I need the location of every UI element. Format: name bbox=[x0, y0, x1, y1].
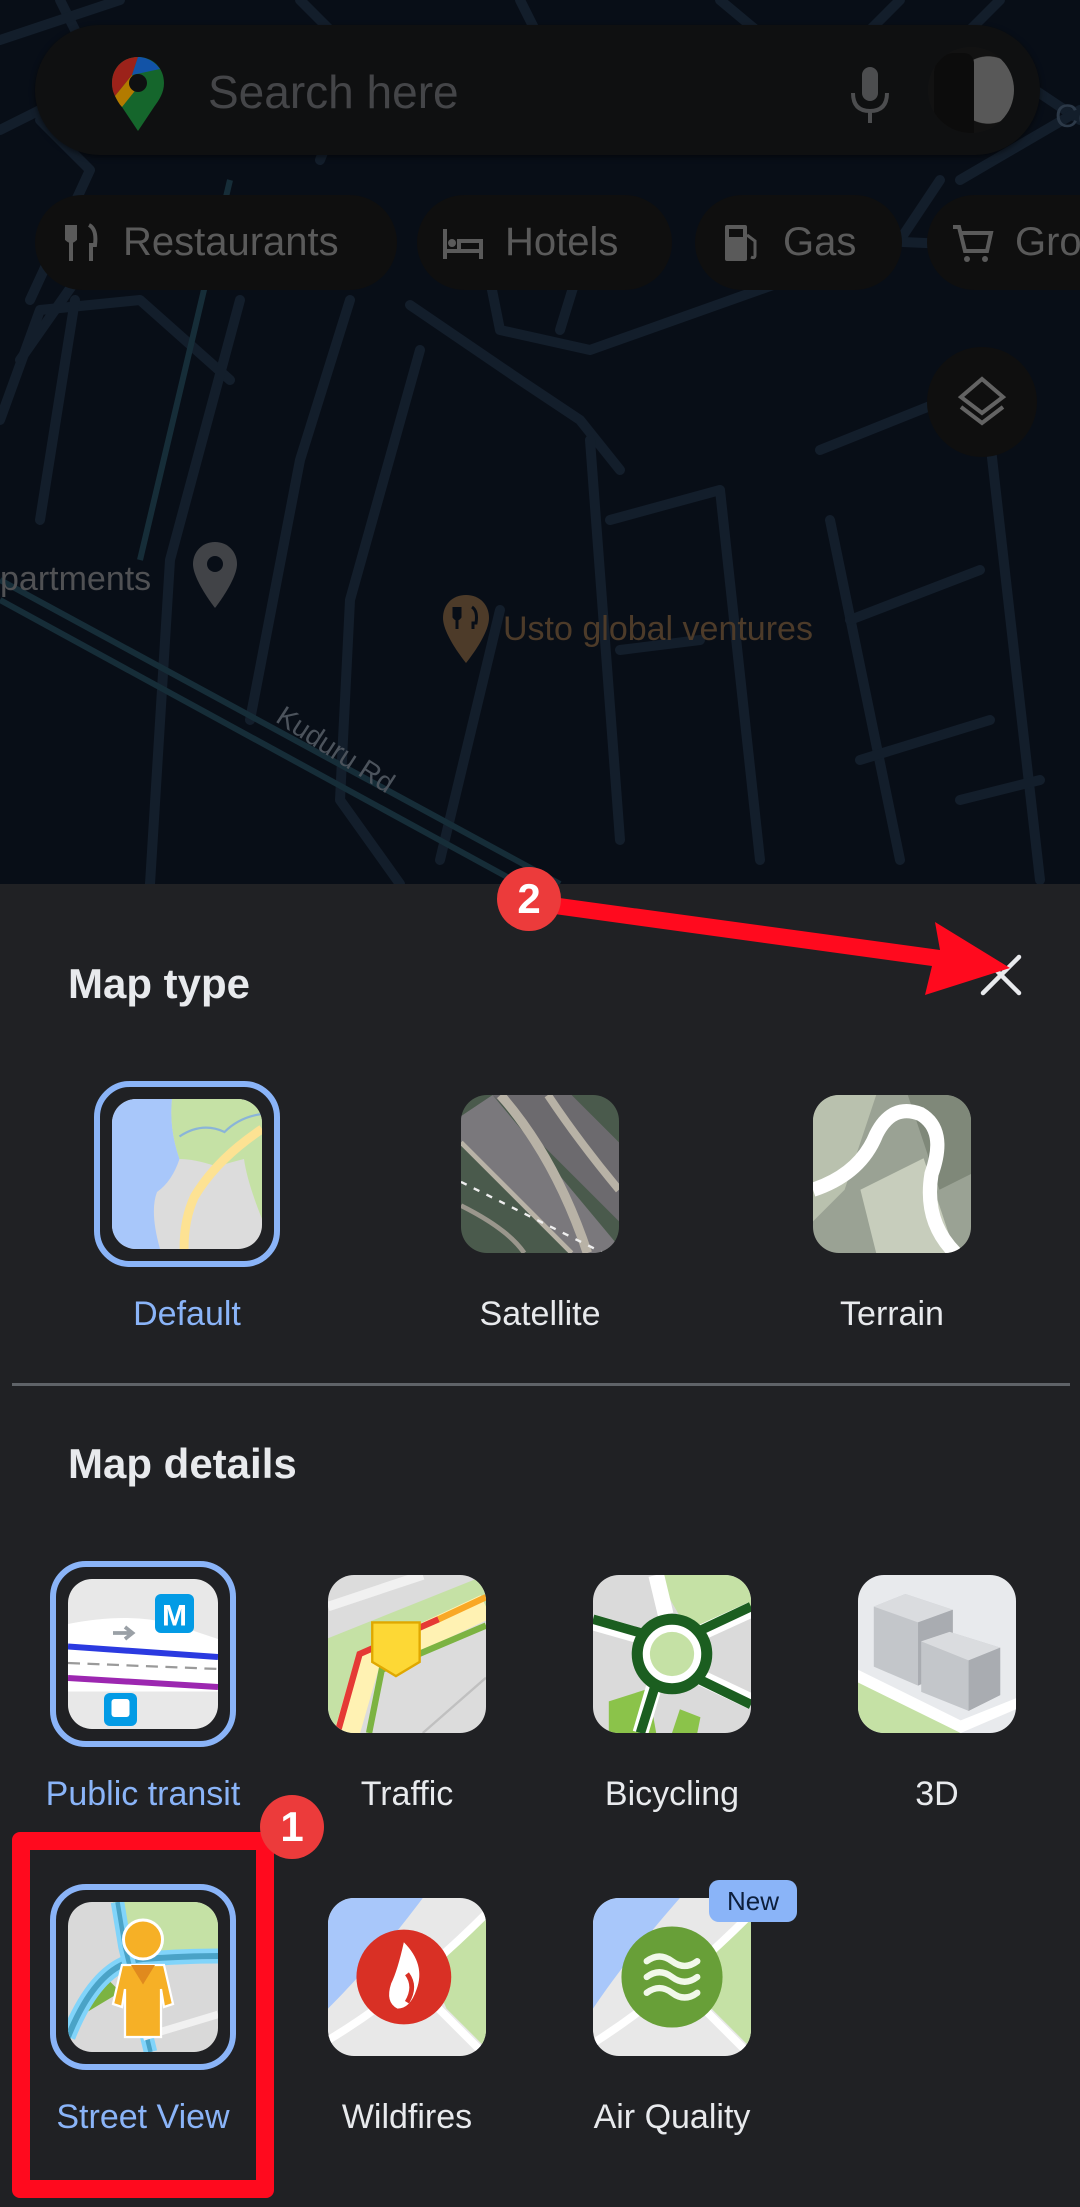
bed-icon bbox=[443, 228, 483, 259]
close-icon bbox=[980, 954, 1022, 996]
map-type-heading: Map type bbox=[68, 960, 251, 1007]
traffic-icon bbox=[328, 1575, 486, 1733]
place-pin-icon[interactable] bbox=[190, 540, 240, 610]
annotation-step-2: 2 bbox=[497, 867, 561, 931]
chip-hotels[interactable]: Hotels bbox=[417, 195, 672, 290]
fork-knife-icon bbox=[65, 222, 98, 261]
map-detail-air-quality[interactable]: New Air Quality bbox=[572, 1880, 797, 2137]
street-view-thumbnail bbox=[68, 1902, 218, 2052]
svg-text:M: M bbox=[162, 1600, 187, 1633]
chip-restaurants[interactable]: Restaurants bbox=[35, 195, 397, 290]
bicycling-thumbnail bbox=[593, 1575, 751, 1733]
map-detail-traffic[interactable]: Traffic bbox=[307, 1575, 507, 1814]
map-detail-label: Wildfires bbox=[341, 2098, 473, 2136]
map-type-label: Terrain bbox=[840, 1295, 944, 1333]
chip-label: Gro bbox=[1015, 220, 1080, 264]
avatar[interactable] bbox=[928, 47, 1014, 133]
street-view-pegman-icon bbox=[68, 1902, 218, 2052]
public-transit-thumbnail: M bbox=[68, 1579, 218, 1729]
map-detail-label: Bicycling bbox=[604, 1775, 740, 1813]
map-label-poi[interactable]: Usto global ventures bbox=[503, 610, 813, 649]
gas-pump-icon bbox=[725, 224, 757, 261]
3d-thumbnail bbox=[858, 1575, 1016, 1733]
google-maps-logo-icon bbox=[112, 57, 164, 131]
public-transit-icon: M bbox=[68, 1579, 218, 1729]
section-divider bbox=[12, 1383, 1070, 1386]
map-detail-label: 3D bbox=[915, 1775, 959, 1813]
layers-icon bbox=[957, 376, 1007, 426]
chip-label: Hotels bbox=[505, 220, 619, 264]
map-type-terrain[interactable]: Terrain bbox=[792, 1095, 992, 1334]
map-type-default[interactable]: Default bbox=[87, 1081, 287, 1334]
bicycling-icon bbox=[593, 1575, 751, 1733]
map-canvas[interactable]: partments Usto global ventures Kuduru Rd… bbox=[0, 0, 1080, 884]
map-label-apartments[interactable]: partments bbox=[0, 560, 151, 599]
satellite-map-thumbnail bbox=[461, 1095, 619, 1253]
new-badge: New bbox=[709, 1880, 797, 1922]
close-button[interactable] bbox=[970, 944, 1032, 1006]
terrain-map-icon bbox=[813, 1095, 971, 1253]
chip-label: Gas bbox=[783, 220, 857, 264]
map-detail-bicycling[interactable]: Bicycling bbox=[572, 1575, 772, 1814]
map-details-heading: Map details bbox=[68, 1440, 297, 1487]
map-detail-wildfires[interactable]: Wildfires bbox=[307, 1898, 507, 2137]
map-detail-label: Public transit bbox=[45, 1775, 241, 1813]
map-type-satellite[interactable]: Satellite bbox=[440, 1095, 640, 1334]
map-type-label: Default bbox=[133, 1295, 241, 1333]
wildfire-flame-icon bbox=[328, 1898, 486, 2056]
shopping-cart-icon bbox=[953, 224, 994, 262]
layers-button[interactable] bbox=[927, 347, 1037, 457]
3d-buildings-icon bbox=[858, 1575, 1016, 1733]
satellite-map-icon bbox=[461, 1095, 619, 1253]
default-map-icon bbox=[112, 1099, 262, 1249]
chip-groceries[interactable]: Gro bbox=[927, 195, 1080, 290]
map-detail-label: Air Quality bbox=[593, 2098, 751, 2136]
map-detail-label: Traffic bbox=[360, 1775, 454, 1813]
terrain-map-thumbnail bbox=[813, 1095, 971, 1253]
wildfires-thumbnail bbox=[328, 1898, 486, 2056]
layers-bottom-sheet: Map type Default Satellite Terrain Map d… bbox=[0, 884, 1080, 2207]
chip-label: Restaurants bbox=[123, 220, 339, 264]
map-detail-public-transit[interactable]: M Public transit bbox=[43, 1561, 243, 1814]
default-map-thumbnail bbox=[112, 1099, 262, 1249]
restaurant-pin-icon[interactable] bbox=[440, 593, 492, 665]
traffic-thumbnail bbox=[328, 1575, 486, 1733]
annotation-step-1: 1 bbox=[260, 1795, 324, 1859]
map-label-corner: Co bbox=[1055, 98, 1080, 134]
chip-gas[interactable]: Gas bbox=[695, 195, 902, 290]
search-input[interactable]: Search here bbox=[208, 65, 459, 119]
map-type-label: Satellite bbox=[479, 1295, 601, 1333]
search-bar[interactable]: Search here bbox=[35, 25, 1040, 155]
microphone-icon[interactable] bbox=[843, 65, 897, 125]
map-detail-3d[interactable]: 3D bbox=[837, 1575, 1037, 1814]
